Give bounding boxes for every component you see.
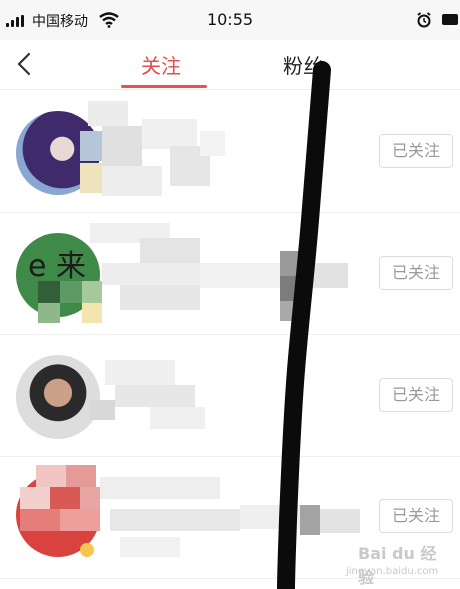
baidu-watermark: Bai du 经验 jingyan.baidu.com (340, 540, 450, 587)
status-bar: 中国移动 10:55 (0, 0, 460, 40)
nav-bar: 关注 粉丝 (0, 40, 460, 90)
followed-button[interactable]: 已关注 (379, 134, 453, 168)
followed-button[interactable]: 已关注 (379, 499, 453, 533)
avatar-text: e 来 (28, 249, 86, 284)
tab-fans[interactable]: 粉丝 (283, 50, 323, 79)
list-item[interactable]: 已关注 (0, 91, 460, 213)
tab-following[interactable]: 关注 (141, 50, 181, 79)
watermark-url: jingyan.baidu.com (346, 566, 439, 577)
avatar[interactable] (16, 355, 100, 439)
battery-icon (442, 14, 458, 25)
followed-button[interactable]: 已关注 (379, 256, 453, 290)
list-item[interactable]: 已关注 (0, 335, 460, 457)
followed-button[interactable]: 已关注 (379, 378, 453, 412)
back-arrow-icon[interactable] (10, 48, 40, 78)
active-tab-indicator (121, 85, 207, 88)
alarm-icon (417, 12, 431, 28)
watermark-text: Bai du 经验 (358, 544, 437, 587)
status-time: 10:55 (206, 10, 254, 29)
list-item[interactable]: e 来 已关注 (0, 213, 460, 335)
